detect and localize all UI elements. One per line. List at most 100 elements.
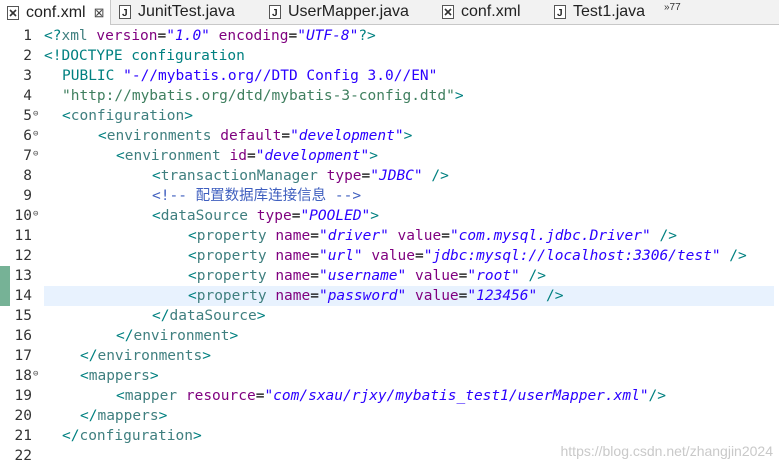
code-token: type <box>326 168 362 184</box>
code-text: <transactionManager type="JDBC" /> <box>152 166 449 186</box>
code-line[interactable]: 11 <property name="driver" value="com.mys… <box>0 226 779 246</box>
code-text: PUBLIC "-//mybatis.org//DTD Config 3.0//… <box>62 66 437 86</box>
close-tab-icon[interactable]: ⊠ <box>94 5 105 21</box>
fold-toggle-icon[interactable]: ⊖ <box>33 130 40 139</box>
tab-4[interactable]: J Test1.java <box>553 0 645 24</box>
code-token: > <box>369 148 378 164</box>
code-text: <?xml version="1.0" encoding="UTF-8"?> <box>44 26 376 46</box>
code-token: mappers <box>97 408 159 424</box>
fold-toggle-icon[interactable]: ⊖ <box>33 210 40 219</box>
code-token: /> <box>729 248 747 264</box>
tab-3[interactable]: conf.xml <box>441 0 521 24</box>
fold-toggle-icon[interactable]: ⊖ <box>33 110 40 119</box>
code-line[interactable]: 8 <transactionManager type="JDBC" /> <box>0 166 779 186</box>
code-line[interactable]: 10 ⊖ <dataSource type="POOLED"> <box>0 206 779 226</box>
code-line[interactable]: 18 ⊖ <mappers> <box>0 366 779 386</box>
code-token: < <box>188 248 197 264</box>
fold-toggle-icon[interactable]: ⊖ <box>33 150 40 159</box>
code-token: "development" <box>255 148 370 164</box>
code-line[interactable]: 13 <property name="username" value="root"… <box>0 266 779 286</box>
code-text: <property name="password" value="123456"… <box>188 286 563 306</box>
code-line[interactable]: 4 "http://mybatis.org/dtd/mybatis-3-confi… <box>0 86 779 106</box>
code-token: = <box>415 248 424 264</box>
code-token: "jdbc:mysql://localhost:3306/test" <box>423 248 721 264</box>
code-token: property <box>196 268 267 284</box>
code-token: "com.mysql.jdbc.Driver" <box>449 228 651 244</box>
code-line[interactable]: 20 </mappers> <box>0 406 779 426</box>
code-line[interactable]: 15 </dataSource> <box>0 306 779 326</box>
line-number: 20 <box>14 408 32 424</box>
code-token: dataSource <box>160 208 249 224</box>
tab-0[interactable]: conf.xml ⊠ <box>0 0 112 25</box>
line-number: 12 <box>14 248 32 264</box>
code-token: = <box>361 168 371 184</box>
code-token: /> <box>528 268 546 284</box>
code-token: = <box>310 288 319 304</box>
code-token: configuration <box>70 108 185 124</box>
code-token: </ <box>152 308 170 324</box>
code-token: xml <box>61 28 88 44</box>
code-text: </configuration> <box>62 426 202 446</box>
line-number: 8 <box>23 168 32 184</box>
code-token: name <box>275 228 311 244</box>
code-token: "-//mybatis.org//DTD Config 3.0//EN" <box>123 68 438 84</box>
line-number: 13 <box>14 268 32 284</box>
code-line[interactable]: 9 <!-- 配置数据库连接信息 --> <box>0 186 779 206</box>
code-line[interactable]: 19 <mapper resource="com/sxau/rjxy/mybati… <box>0 386 779 406</box>
code-text: <dataSource type="POOLED"> <box>152 206 379 226</box>
tab-label: JunitTest.java <box>138 3 235 20</box>
code-line[interactable]: 1 <?xml version="1.0" encoding="UTF-8"?> <box>0 26 779 46</box>
tab-overflow-indicator[interactable]: »77 <box>664 2 681 13</box>
code-token: environment <box>133 328 230 344</box>
code-token: < <box>188 288 197 304</box>
code-token: environments <box>97 348 203 364</box>
code-line[interactable]: 14 <property name="password" value="12345… <box>15 286 774 306</box>
line-number: 16 <box>14 328 32 344</box>
code-text: <!DOCTYPE configuration <box>44 46 245 66</box>
line-number: 1 <box>23 28 32 44</box>
change-marker <box>0 286 10 306</box>
code-line[interactable]: 6 ⊖ <environments default="development"> <box>0 126 779 146</box>
code-line[interactable]: 12 <property name="url" value="jdbc:mysql… <box>0 246 779 266</box>
code-token: </ <box>80 408 98 424</box>
code-line[interactable]: 5 ⊖ <configuration> <box>0 106 779 126</box>
line-number: 3 <box>23 68 32 84</box>
line-number: 10 <box>14 208 32 224</box>
line-number: 4 <box>23 88 32 104</box>
code-token: value <box>415 288 459 304</box>
tab-1[interactable]: J JunitTest.java <box>118 0 235 24</box>
code-line[interactable]: 17 </environments> <box>0 346 779 366</box>
code-line[interactable]: 2 <!DOCTYPE configuration <box>0 46 779 66</box>
code-token: "http://mybatis.org/dtd/mybatis-3-config… <box>62 88 455 104</box>
svg-text:J: J <box>272 8 278 19</box>
code-line[interactable]: 7 ⊖ <environment id="development"> <box>0 146 779 166</box>
tab-2[interactable]: J UserMapper.java <box>268 0 409 24</box>
tab-label: conf.xml <box>26 3 86 21</box>
code-line[interactable]: 3 PUBLIC "-//mybatis.org//DTD Config 3.0/… <box>0 66 779 86</box>
tab-label: conf.xml <box>461 3 521 20</box>
code-token: transactionManager <box>160 168 318 184</box>
code-token: default <box>220 128 282 144</box>
fold-toggle-icon[interactable]: ⊖ <box>33 370 40 379</box>
code-line[interactable]: 16 </environment> <box>0 326 779 346</box>
code-token: = <box>157 28 167 44</box>
line-number: 21 <box>14 428 32 444</box>
code-text: <mapper resource="com/sxau/rjxy/mybatis_… <box>116 386 666 406</box>
code-token: = <box>288 28 298 44</box>
code-token: type <box>256 208 292 224</box>
code-token: ?> <box>358 28 376 44</box>
code-token: property <box>196 288 267 304</box>
code-editor[interactable]: 1 <?xml version="1.0" encoding="UTF-8"?> 2… <box>0 26 779 467</box>
svg-text:J: J <box>557 8 563 19</box>
code-token: > <box>454 88 464 104</box>
tab-label: UserMapper.java <box>288 3 409 20</box>
